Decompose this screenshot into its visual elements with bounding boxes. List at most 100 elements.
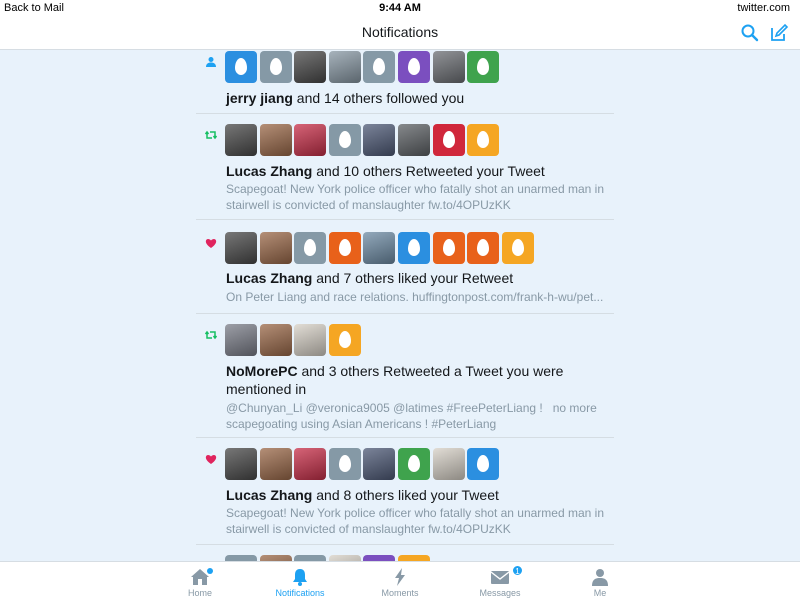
avatar[interactable] (432, 448, 465, 480)
heart-icon (205, 236, 217, 248)
notification-headline: Lucas Zhang and 8 others liked your Twee… (226, 486, 499, 504)
notifications-list[interactable]: jerry jiang and 14 others followed you Lu… (0, 51, 800, 561)
avatar[interactable] (225, 448, 257, 480)
status-time: 9:44 AM (379, 2, 421, 14)
avatar[interactable] (259, 232, 292, 264)
avatar[interactable] (328, 124, 361, 156)
avatar[interactable] (467, 448, 500, 480)
actor-name[interactable]: Lucas Zhang (226, 487, 312, 503)
avatar[interactable] (225, 124, 257, 156)
tweet-snippet[interactable]: On Peter Liang and race relations. huffi… (226, 289, 618, 305)
avatar-row (225, 51, 500, 83)
snippet-line: stairwell is convicted of manslaughter f… (226, 198, 511, 212)
tab-notifications[interactable]: Notifications (250, 562, 350, 600)
action-text: and 8 others liked your Tweet (312, 487, 499, 503)
avatar[interactable] (467, 124, 500, 156)
heart-icon (205, 452, 217, 464)
notification-headline: NoMorePC and 3 others Retweeted a Tweet … (226, 362, 563, 398)
nav-bar: Notifications (0, 16, 800, 50)
status-bar: Back to Mail 9:44 AM twitter.com (0, 0, 800, 16)
notification-headline: Lucas Zhang and 10 others Retweeted your… (226, 162, 545, 180)
notification-item[interactable]: jerry jiang and 14 others followed you (196, 51, 614, 114)
page-title: Notifications (361, 24, 439, 40)
avatar[interactable] (259, 448, 292, 480)
avatar[interactable] (225, 232, 257, 264)
retweet-icon (204, 128, 218, 140)
retweet-icon (204, 328, 218, 340)
action-text: and 10 others Retweeted your Tweet (312, 163, 545, 179)
notification-item[interactable]: Lucas Zhang and 10 others Retweeted your… (196, 114, 614, 220)
tab-label: Home (187, 588, 212, 598)
action-text: and 3 others Retweeted a Tweet you were (297, 363, 564, 379)
avatar[interactable] (432, 124, 465, 156)
avatar[interactable] (294, 124, 327, 156)
avatar[interactable] (259, 124, 292, 156)
snippet-line: scapegoating using Asian Americans ! #Pe… (226, 417, 497, 431)
actor-name[interactable]: NoMorePC (226, 363, 298, 379)
snippet-line: Scapegoat! New York police officer who f… (226, 506, 604, 520)
avatar[interactable] (432, 51, 465, 83)
avatar[interactable] (501, 232, 534, 264)
follow-icon (205, 55, 217, 67)
avatar-row (225, 448, 500, 480)
avatar[interactable] (397, 124, 430, 156)
notification-item[interactable]: Lucas Zhang and 8 others liked your Twee… (196, 438, 614, 545)
search-icon[interactable] (740, 23, 760, 43)
tweet-snippet[interactable]: Scapegoat! New York police officer who f… (226, 505, 618, 537)
tab-label: Messages (479, 588, 521, 598)
action-text-line2: mentioned in (226, 381, 307, 397)
avatar[interactable] (225, 51, 257, 83)
avatar[interactable] (363, 448, 396, 480)
avatar[interactable] (294, 232, 327, 264)
tab-bar: Home Notifications Moments 1 Messages Me (0, 561, 800, 600)
avatar[interactable] (397, 448, 430, 480)
lightning-icon (390, 568, 410, 586)
status-site: twitter.com (737, 2, 790, 14)
actor-name[interactable]: Lucas Zhang (226, 163, 312, 179)
avatar[interactable] (259, 51, 292, 83)
avatar[interactable] (397, 232, 430, 264)
tab-label: Moments (381, 588, 419, 598)
avatar[interactable] (363, 51, 396, 83)
notification-item[interactable] (196, 545, 614, 561)
avatar[interactable] (294, 324, 327, 356)
avatar[interactable] (432, 232, 465, 264)
avatar-row (225, 124, 500, 156)
avatar[interactable] (363, 232, 396, 264)
compose-icon[interactable] (769, 23, 789, 43)
new-content-dot (207, 568, 213, 574)
notification-item[interactable]: NoMorePC and 3 others Retweeted a Tweet … (196, 314, 614, 438)
tweet-snippet[interactable]: @Chunyan_Li @veronica9005 @latimes #Free… (226, 400, 618, 432)
action-text: and 14 others followed you (292, 90, 465, 106)
notification-item[interactable]: Lucas Zhang and 7 others liked your Retw… (196, 220, 614, 314)
avatar[interactable] (328, 51, 361, 83)
avatar[interactable] (294, 51, 327, 83)
person-icon (590, 568, 610, 586)
avatar[interactable] (259, 324, 292, 356)
notification-headline: jerry jiang and 14 others followed you (226, 89, 464, 107)
avatar[interactable] (467, 51, 500, 83)
avatar[interactable] (363, 124, 396, 156)
actor-name[interactable]: Lucas Zhang (226, 270, 312, 286)
tab-home[interactable]: Home (150, 562, 250, 600)
avatar[interactable] (328, 324, 361, 356)
avatar[interactable] (467, 232, 500, 264)
tab-label: Me (593, 588, 607, 598)
notification-headline: Lucas Zhang and 7 others liked your Retw… (226, 269, 513, 287)
avatar[interactable] (328, 448, 361, 480)
snippet-line: @Chunyan_Li @veronica9005 @latimes #Free… (226, 401, 597, 415)
avatar[interactable] (328, 232, 361, 264)
avatar[interactable] (225, 324, 257, 356)
unread-badge: 1 (512, 565, 523, 576)
tab-messages[interactable]: 1 Messages (450, 562, 550, 600)
tab-moments[interactable]: Moments (350, 562, 450, 600)
avatar[interactable] (397, 51, 430, 83)
tab-label: Notifications (275, 588, 325, 598)
tab-me[interactable]: Me (550, 562, 650, 600)
avatar[interactable] (294, 448, 327, 480)
tweet-snippet[interactable]: Scapegoat! New York police officer who f… (226, 181, 618, 213)
actor-name[interactable]: jerry jiang (226, 90, 293, 106)
envelope-icon (490, 568, 510, 586)
snippet-line: Scapegoat! New York police officer who f… (226, 182, 604, 196)
bell-icon (290, 568, 310, 586)
